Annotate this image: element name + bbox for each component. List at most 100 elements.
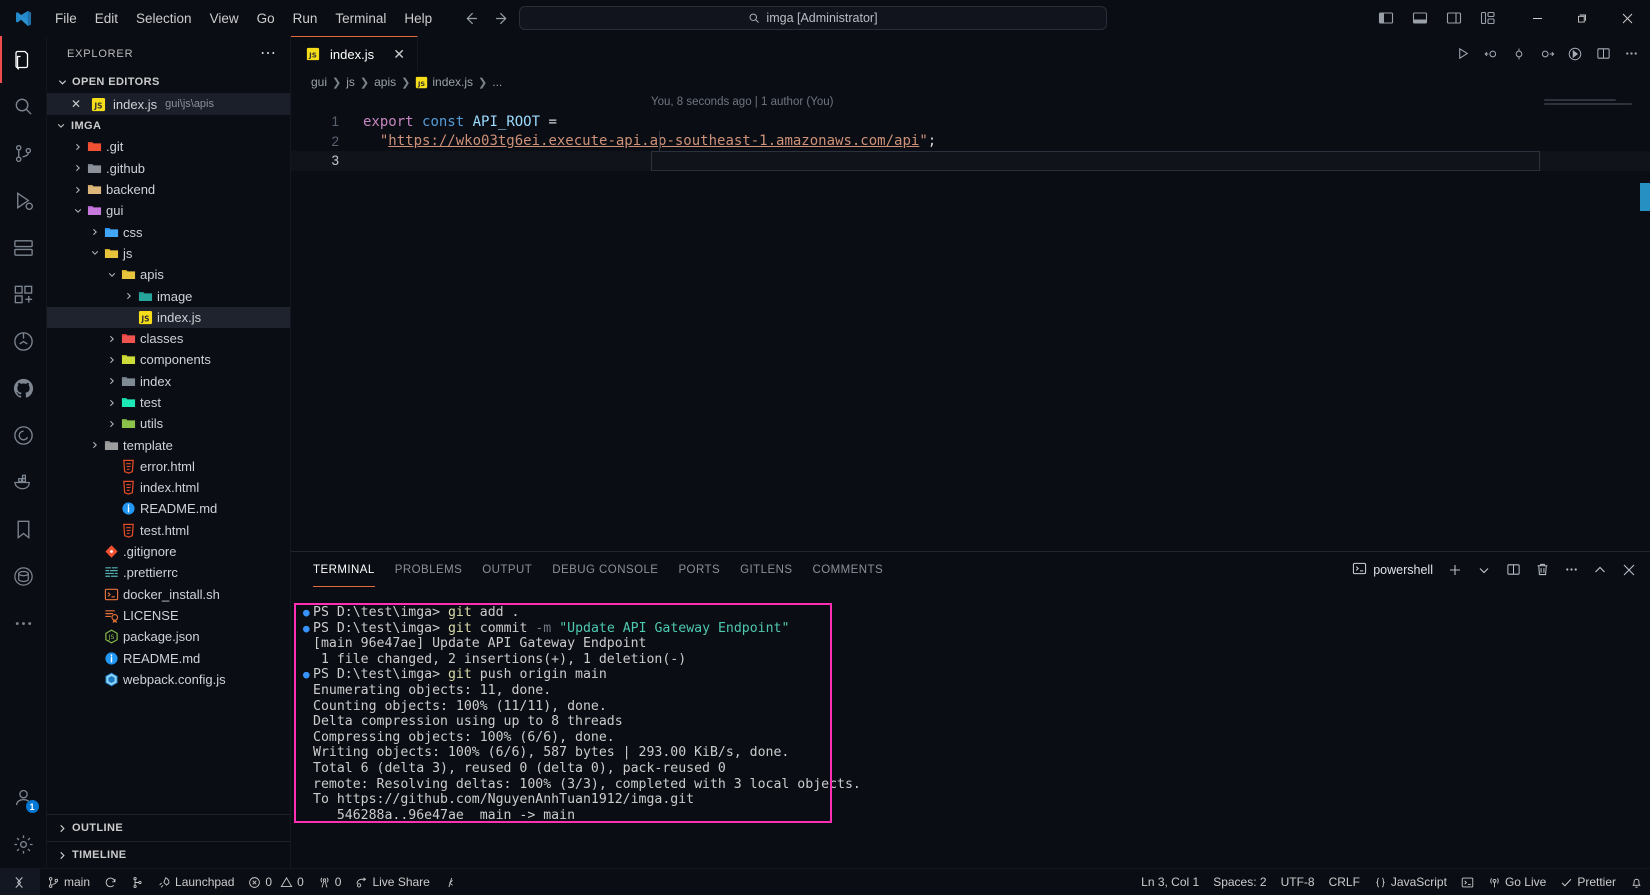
menu-terminal[interactable]: Terminal: [326, 7, 395, 30]
sidebar-item-github[interactable]: [0, 365, 47, 412]
sidebar-item-source-control[interactable]: [0, 130, 47, 177]
tree-folder-backend[interactable]: backend: [47, 179, 290, 200]
menu-file[interactable]: File: [46, 7, 86, 30]
tree-file-docker-install-sh[interactable]: docker_install.sh: [47, 584, 290, 605]
close-icon[interactable]: [1616, 557, 1642, 583]
status-eol[interactable]: CRLF: [1322, 869, 1367, 895]
customize-layout-icon[interactable]: [1473, 4, 1503, 32]
sidebar-item-search[interactable]: [0, 83, 47, 130]
list-item[interactable]: ✕ JS index.js gui\js\apis: [47, 93, 290, 115]
tree-folder-css[interactable]: css: [47, 221, 290, 242]
timeline-section-header[interactable]: TIMELINE: [47, 841, 290, 868]
ellipsis-icon[interactable]: [1558, 557, 1584, 583]
tree-folder-git[interactable]: .git: [47, 136, 290, 157]
menu-help[interactable]: Help: [395, 7, 441, 30]
kill-terminal-icon[interactable]: [1529, 557, 1555, 583]
chevron-right-icon[interactable]: [89, 441, 101, 449]
tree-file-gitignore[interactable]: .gitignore: [47, 541, 290, 562]
split-terminal-icon[interactable]: [1500, 557, 1526, 583]
step-forward-icon[interactable]: [1534, 41, 1560, 67]
split-editor-icon[interactable]: [1590, 41, 1616, 67]
sidebar-item-extensions[interactable]: [0, 271, 47, 318]
close-icon[interactable]: ✕: [391, 46, 407, 63]
tree-folder-index[interactable]: index: [47, 371, 290, 392]
tab-debug-console[interactable]: DEBUG CONSOLE: [542, 552, 668, 587]
menu-selection[interactable]: Selection: [127, 7, 201, 30]
tree-file-package-json[interactable]: JS package.json: [47, 626, 290, 647]
remote-window-icon[interactable]: [0, 868, 40, 895]
status-sync[interactable]: [97, 869, 124, 895]
tree-folder-components[interactable]: components: [47, 349, 290, 370]
status-problems[interactable]: 0 0: [241, 869, 310, 895]
status-ports[interactable]: 0: [311, 869, 349, 895]
chevron-down-icon[interactable]: [106, 271, 118, 279]
tree-folder-template[interactable]: template: [47, 434, 290, 455]
tree-file-readme-md[interactable]: README.md: [47, 498, 290, 519]
tree-folder-utils[interactable]: utils: [47, 413, 290, 434]
chevron-right-icon[interactable]: [106, 356, 118, 364]
tab-output[interactable]: OUTPUT: [472, 552, 542, 587]
open-editors-header[interactable]: OPEN EDITORS: [47, 71, 290, 93]
workspace-root[interactable]: IMGA: [47, 115, 290, 136]
tree-file-readme-md[interactable]: README.md: [47, 647, 290, 668]
run-icon[interactable]: [1450, 41, 1476, 67]
breadcrumb-item-apis[interactable]: apis: [374, 75, 396, 89]
tab-problems[interactable]: PROBLEMS: [385, 552, 473, 587]
tree-file-index-js[interactable]: JS index.js: [47, 306, 290, 328]
status-language-mode[interactable]: JavaScript: [1367, 869, 1454, 895]
arrow-right-icon[interactable]: [491, 7, 513, 29]
tab-gitlens[interactable]: GITLENS: [730, 552, 802, 587]
tab-index-js[interactable]: JS index.js ✕: [291, 36, 419, 71]
chevron-down-icon[interactable]: [89, 249, 101, 257]
ellipsis-icon[interactable]: ⋯: [256, 45, 280, 61]
status-git-graph[interactable]: [124, 869, 151, 895]
step-back-icon[interactable]: [1478, 41, 1504, 67]
status-cursor-position[interactable]: Ln 3, Col 1: [1134, 869, 1206, 895]
menu-go[interactable]: Go: [248, 7, 284, 30]
chevron-right-icon[interactable]: [123, 292, 135, 300]
status-prettier[interactable]: Prettier: [1553, 869, 1623, 895]
status-go-live[interactable]: Go Live: [1481, 869, 1553, 895]
toggle-secondary-sidebar-icon[interactable]: [1439, 4, 1469, 32]
run-with-clock-icon[interactable]: [1562, 41, 1588, 67]
tree-file-webpack-config-js[interactable]: webpack.config.js: [47, 669, 290, 690]
maximize-icon[interactable]: [1560, 0, 1605, 36]
tab-terminal[interactable]: TERMINAL: [303, 552, 385, 587]
sidebar-item-docker[interactable]: [0, 459, 47, 506]
sidebar-item-database[interactable]: [0, 553, 47, 600]
status-indentation[interactable]: Spaces: 2: [1206, 869, 1273, 895]
tree-folder-apis[interactable]: apis: [47, 264, 290, 285]
minimap[interactable]: [1544, 99, 1636, 113]
breadcrumb-item-index-js[interactable]: JS index.js: [415, 75, 473, 89]
chevron-up-icon[interactable]: [1587, 557, 1613, 583]
tab-comments[interactable]: COMMENTS: [802, 552, 893, 587]
tree-folder-classes[interactable]: classes: [47, 328, 290, 349]
menu-view[interactable]: View: [201, 7, 248, 30]
chevron-right-icon[interactable]: [72, 164, 84, 172]
code-line[interactable]: 1 export const API_ROOT =: [291, 112, 1650, 132]
toggle-primary-sidebar-icon[interactable]: [1371, 4, 1401, 32]
sidebar-item-gitlens[interactable]: [0, 412, 47, 459]
tree-file-license[interactable]: LICENSE: [47, 605, 290, 626]
tree-folder-image[interactable]: image: [47, 285, 290, 306]
tree-file-index-html[interactable]: index.html: [47, 477, 290, 498]
terminal-output[interactable]: ● PS D:\test\imga> git add . ● PS D:\test\i…: [291, 587, 1650, 868]
outline-section-header[interactable]: OUTLINE: [47, 814, 290, 841]
status-live-share[interactable]: Live Share: [348, 869, 436, 895]
command-center[interactable]: imga [Administrator]: [519, 6, 1107, 30]
chevron-right-icon[interactable]: [72, 143, 84, 151]
toggle-panel-icon[interactable]: [1405, 4, 1435, 32]
chevron-right-icon[interactable]: [89, 228, 101, 236]
breadcrumb-item-js[interactable]: js: [346, 75, 355, 89]
status-gitlens-blame[interactable]: [437, 869, 464, 895]
chevron-right-icon[interactable]: [106, 420, 118, 428]
status-terminal-toggle[interactable]: [1454, 869, 1481, 895]
tab-ports[interactable]: PORTS: [668, 552, 730, 587]
arrow-left-icon[interactable]: [459, 7, 481, 29]
chevron-down-icon[interactable]: [1471, 557, 1497, 583]
breadcrumb-item-gui[interactable]: gui: [311, 75, 327, 89]
tree-file-error-html[interactable]: error.html: [47, 456, 290, 477]
terminal-shell-selector[interactable]: powershell: [1346, 561, 1439, 579]
tree-folder-js[interactable]: js: [47, 243, 290, 264]
code-line[interactable]: 2 "https://wko03tg6ei.execute-api.ap-sou…: [291, 132, 1650, 152]
